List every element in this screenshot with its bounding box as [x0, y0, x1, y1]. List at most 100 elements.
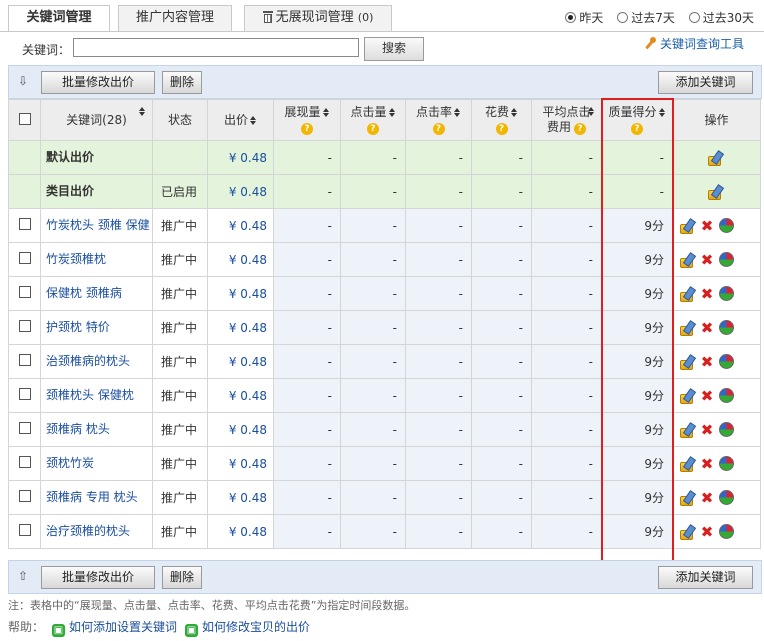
header-keyword[interactable]: 关键词(28) — [40, 99, 153, 141]
delete-icon[interactable]: ✖ — [699, 524, 715, 540]
help-link-add-keyword[interactable]: 如何添加设置关键词 — [69, 620, 177, 634]
header-ctr[interactable]: 点击率? — [405, 99, 472, 141]
row-checkbox[interactable] — [18, 456, 31, 468]
tab-no-impression[interactable]: 无展现词管理 (0) — [244, 5, 392, 31]
delete-icon[interactable]: ✖ — [699, 218, 715, 234]
add-keyword-button[interactable]: 添加关键词 — [658, 566, 753, 589]
ctr-cell: - — [405, 344, 472, 379]
row-checkbox[interactable] — [18, 252, 31, 264]
row-checkbox[interactable] — [18, 388, 31, 400]
header-quality-score[interactable]: 质量得分? — [601, 99, 673, 141]
avg-cpc-cell: - — [531, 514, 602, 549]
row-checkbox-cell — [8, 514, 41, 549]
help-question-icon[interactable]: ? — [574, 123, 586, 135]
edit-price-icon[interactable] — [679, 422, 695, 438]
delete-icon[interactable]: ✖ — [699, 422, 715, 438]
cost-cell: - — [471, 140, 532, 175]
row-checkbox[interactable] — [18, 354, 31, 366]
report-pie-icon[interactable] — [719, 456, 734, 471]
impressions-cell: - — [273, 344, 341, 379]
row-checkbox[interactable] — [18, 286, 31, 298]
search-input[interactable] — [73, 38, 359, 57]
keyword-link[interactable]: 保健枕 颈椎病 — [46, 286, 122, 300]
report-pie-icon[interactable] — [719, 286, 734, 301]
delete-icon[interactable]: ✖ — [699, 320, 715, 336]
search-button[interactable]: 搜索 — [364, 37, 424, 61]
keyword-link[interactable]: 颈椎枕头 保健枕 — [46, 388, 134, 402]
edit-price-icon[interactable] — [679, 388, 695, 404]
keyword-link[interactable]: 颈枕竹炭 — [46, 456, 94, 470]
help-question-icon[interactable]: ? — [631, 123, 643, 135]
delete-icon[interactable]: ✖ — [699, 354, 715, 370]
keyword-tool-link[interactable]: 关键词查询工具 — [644, 35, 744, 52]
header-avg-cpc[interactable]: 平均点击 费用? — [531, 99, 602, 141]
tab-keyword-management[interactable]: 关键词管理 — [8, 5, 110, 32]
help-question-icon[interactable]: ? — [367, 123, 379, 135]
report-pie-icon[interactable] — [719, 320, 734, 335]
batch-edit-price-button[interactable]: 批量修改出价 — [41, 566, 155, 589]
report-pie-icon[interactable] — [719, 218, 734, 233]
ctr-cell: - — [405, 174, 472, 209]
report-pie-icon[interactable] — [719, 524, 734, 539]
add-keyword-button[interactable]: 添加关键词 — [658, 71, 753, 94]
keyword-link[interactable]: 竹炭颈椎枕 — [46, 252, 106, 266]
edit-price-icon[interactable] — [707, 184, 723, 200]
row-checkbox[interactable] — [18, 422, 31, 434]
radio-30days[interactable]: 过去30天 — [688, 9, 754, 26]
header-clicks[interactable]: 点击量? — [340, 99, 406, 141]
ops-cell: ✖ — [672, 514, 761, 549]
report-pie-icon[interactable] — [719, 354, 734, 369]
keyword-link[interactable]: 治颈椎病的枕头 — [46, 354, 130, 368]
delete-icon[interactable]: ✖ — [699, 388, 715, 404]
edit-price-icon[interactable] — [707, 150, 723, 166]
delete-icon[interactable]: ✖ — [699, 456, 715, 472]
tab-promo-content[interactable]: 推广内容管理 — [118, 5, 232, 31]
radio-7days[interactable]: 过去7天 — [617, 9, 675, 26]
report-pie-icon[interactable] — [719, 252, 734, 267]
batch-edit-price-button[interactable]: 批量修改出价 — [41, 71, 155, 94]
radio-yesterday[interactable]: 昨天 — [565, 9, 603, 26]
header-impressions[interactable]: 展现量? — [273, 99, 341, 141]
select-all-checkbox[interactable] — [18, 112, 31, 125]
keyword-link[interactable]: 护颈枕 特价 — [46, 320, 110, 334]
quality-score-cell: 9分 — [601, 446, 673, 481]
impressions-cell: - — [273, 174, 341, 209]
row-checkbox[interactable] — [18, 490, 31, 502]
help-question-icon[interactable]: ? — [301, 123, 313, 135]
delete-button[interactable]: 删除 — [162, 71, 202, 94]
help-link-edit-price[interactable]: 如何修改宝贝的出价 — [202, 620, 310, 634]
header-cost[interactable]: 花费? — [471, 99, 532, 141]
edit-price-icon[interactable] — [679, 490, 695, 506]
edit-price-icon[interactable] — [679, 252, 695, 268]
cost-cell: - — [471, 378, 532, 413]
header-price[interactable]: 出价 — [207, 99, 274, 141]
sort-icon — [322, 108, 330, 117]
row-checkbox[interactable] — [18, 320, 31, 332]
price-cell: ¥ 0.48 — [207, 310, 274, 345]
report-pie-icon[interactable] — [719, 388, 734, 403]
delete-icon[interactable]: ✖ — [699, 490, 715, 506]
cost-cell: - — [471, 310, 532, 345]
delete-icon[interactable]: ✖ — [699, 252, 715, 268]
avg-cpc-cell: - — [531, 208, 602, 243]
report-pie-icon[interactable] — [719, 490, 734, 505]
edit-price-icon[interactable] — [679, 286, 695, 302]
keyword-link[interactable]: 颈椎病 枕头 — [46, 422, 110, 436]
delete-button[interactable]: 删除 — [162, 566, 202, 589]
edit-price-icon[interactable] — [679, 218, 695, 234]
keyword-link[interactable]: 颈椎病 专用 枕头 — [46, 490, 138, 504]
edit-price-icon[interactable] — [679, 320, 695, 336]
report-pie-icon[interactable] — [719, 422, 734, 437]
keyword-cell: 默认出价 — [40, 140, 153, 175]
edit-price-icon[interactable] — [679, 524, 695, 540]
edit-price-icon[interactable] — [679, 354, 695, 370]
toolbar-bottom: ⇧ 批量修改出价 删除 添加关键词 — [8, 560, 762, 594]
help-question-icon[interactable]: ? — [432, 123, 445, 135]
help-question-icon[interactable]: ? — [495, 123, 508, 135]
keyword-link[interactable]: 治疗颈椎的枕头 — [46, 524, 130, 538]
row-checkbox[interactable] — [18, 524, 31, 536]
keyword-link[interactable]: 竹炭枕头 颈椎 保健 — [46, 218, 150, 232]
row-checkbox[interactable] — [18, 218, 31, 230]
edit-price-icon[interactable] — [679, 456, 695, 472]
delete-icon[interactable]: ✖ — [699, 286, 715, 302]
